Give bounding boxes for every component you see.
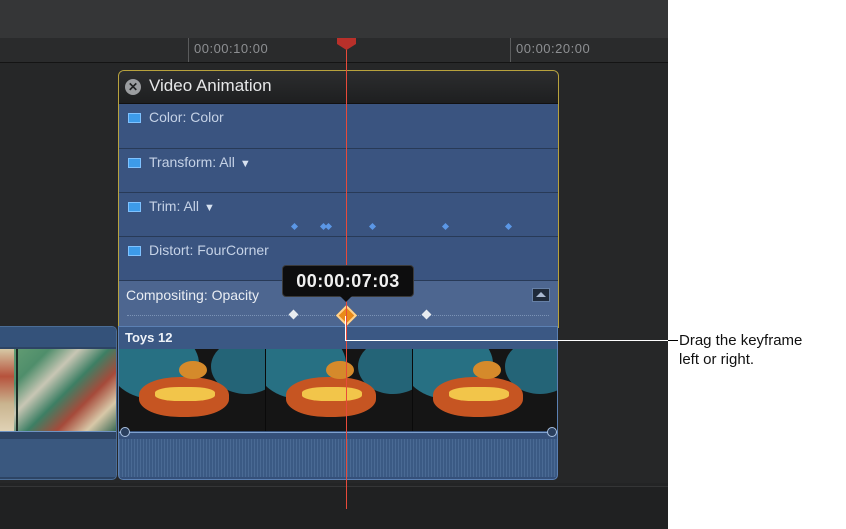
ruler-tick [188, 38, 189, 62]
audio-waveform [0, 439, 116, 477]
clip-header [0, 327, 116, 347]
clip-thumbnail [0, 349, 116, 431]
video-clip[interactable]: Toys 12 [118, 326, 558, 480]
keyframe-icon[interactable] [504, 222, 513, 231]
effect-label: Transform: All [149, 154, 235, 170]
keyframe-icon[interactable] [288, 309, 299, 320]
callout-text: Drag the keyframe left or right. [679, 332, 803, 368]
keyframe-icon[interactable] [441, 222, 450, 231]
thumbnail-detail [16, 349, 18, 431]
clip-name: Toys 12 [125, 330, 173, 345]
ruler-tick [510, 38, 511, 62]
animation-header: ✕ Video Animation [119, 71, 558, 104]
effect-label: Compositing: Opacity [126, 287, 260, 303]
expand-icon[interactable] [532, 288, 550, 302]
clip-thumbnail [266, 349, 413, 431]
clip-thumbnail [413, 349, 557, 431]
timeline-toolbar [0, 0, 668, 39]
keyframe-icon[interactable] [290, 222, 299, 231]
keyframe-icon[interactable] [324, 222, 333, 231]
timeline[interactable]: 00:00:10:00 00:00:20:00 ✕ Video Animatio… [0, 0, 668, 529]
keyframe-icon[interactable] [368, 222, 377, 231]
ruler-timecode: 00:00:20:00 [516, 41, 591, 56]
timecode-tooltip: 00:00:07:03 [282, 265, 414, 297]
thumbnail-detail [302, 387, 362, 401]
clip-thumbnail [119, 349, 266, 431]
fade-handle-icon[interactable] [120, 427, 130, 437]
thumbnail-detail [473, 361, 501, 379]
volume-line[interactable] [0, 431, 116, 432]
effect-label-group: Trim: All ▼ [149, 198, 215, 214]
callout-line [345, 316, 346, 341]
animation-title: Video Animation [149, 76, 272, 95]
effect-enable-checkbox[interactable] [128, 113, 141, 123]
callout-line [668, 340, 678, 341]
dropdown-triangle-icon[interactable]: ▼ [240, 158, 251, 170]
effect-enable-checkbox[interactable] [128, 158, 141, 168]
effect-label: Distort: FourCorner [149, 242, 269, 258]
keyframe-icon[interactable] [421, 309, 432, 320]
previous-clip[interactable] [0, 326, 117, 480]
clip-header: Toys 12 [119, 327, 557, 349]
thumbnail-detail [155, 387, 215, 401]
effect-row-transform[interactable]: Transform: All ▼ [119, 149, 558, 193]
thumbnail-detail [0, 349, 14, 431]
thumbnail-detail [326, 361, 354, 379]
fade-handle-icon[interactable] [547, 427, 557, 437]
thumbnail-detail [179, 361, 207, 379]
effect-label: Color: Color [149, 109, 224, 125]
effect-enable-checkbox[interactable] [128, 246, 141, 256]
ruler-timecode: 00:00:10:00 [194, 41, 269, 56]
effect-row-color[interactable]: Color: Color [119, 104, 558, 149]
lower-track[interactable] [0, 486, 668, 529]
audio-waveform [119, 439, 557, 477]
effect-label: Trim: All [149, 198, 200, 214]
thumbnail-detail [449, 387, 509, 401]
tooltip-pointer [339, 295, 353, 302]
volume-line[interactable] [119, 432, 557, 433]
effect-label-group: Transform: All ▼ [149, 154, 251, 170]
callout-line [345, 340, 668, 341]
dropdown-triangle-icon[interactable]: ▼ [204, 202, 215, 214]
close-icon[interactable]: ✕ [125, 79, 141, 95]
effect-row-trim[interactable]: Trim: All ▼ [119, 193, 558, 237]
effect-enable-checkbox[interactable] [128, 202, 141, 212]
